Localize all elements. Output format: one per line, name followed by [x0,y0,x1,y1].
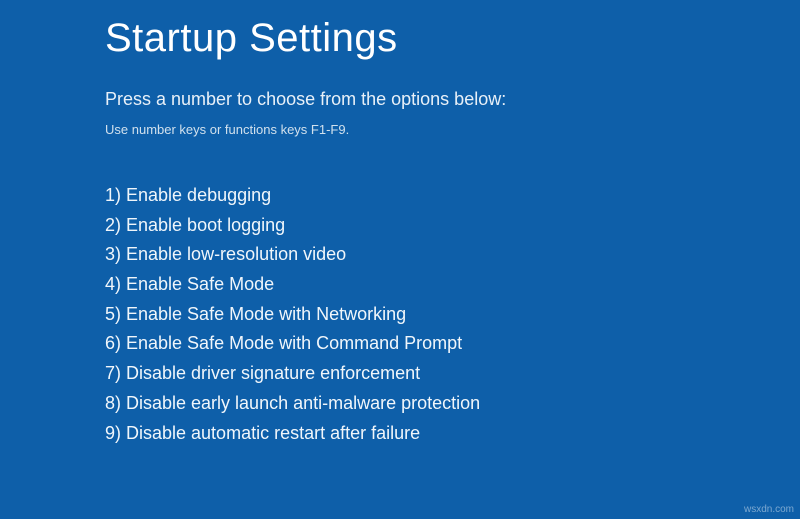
option-8-disable-anti-malware[interactable]: 8) Disable early launch anti-malware pro… [105,389,800,419]
option-9-disable-auto-restart[interactable]: 9) Disable automatic restart after failu… [105,419,800,449]
option-2-enable-boot-logging[interactable]: 2) Enable boot logging [105,211,800,241]
page-title: Startup Settings [105,16,800,61]
option-1-enable-debugging[interactable]: 1) Enable debugging [105,181,800,211]
option-5-enable-safe-mode-networking[interactable]: 5) Enable Safe Mode with Networking [105,300,800,330]
hint-text: Use number keys or functions keys F1-F9. [105,122,800,137]
instruction-text: Press a number to choose from the option… [105,89,800,110]
startup-settings-screen: Startup Settings Press a number to choos… [0,0,800,448]
option-7-disable-driver-signature[interactable]: 7) Disable driver signature enforcement [105,359,800,389]
options-list: 1) Enable debugging 2) Enable boot loggi… [105,181,800,448]
option-6-enable-safe-mode-command-prompt[interactable]: 6) Enable Safe Mode with Command Prompt [105,329,800,359]
watermark-text: wsxdn.com [744,504,794,515]
option-4-enable-safe-mode[interactable]: 4) Enable Safe Mode [105,270,800,300]
option-3-enable-low-resolution-video[interactable]: 3) Enable low-resolution video [105,240,800,270]
